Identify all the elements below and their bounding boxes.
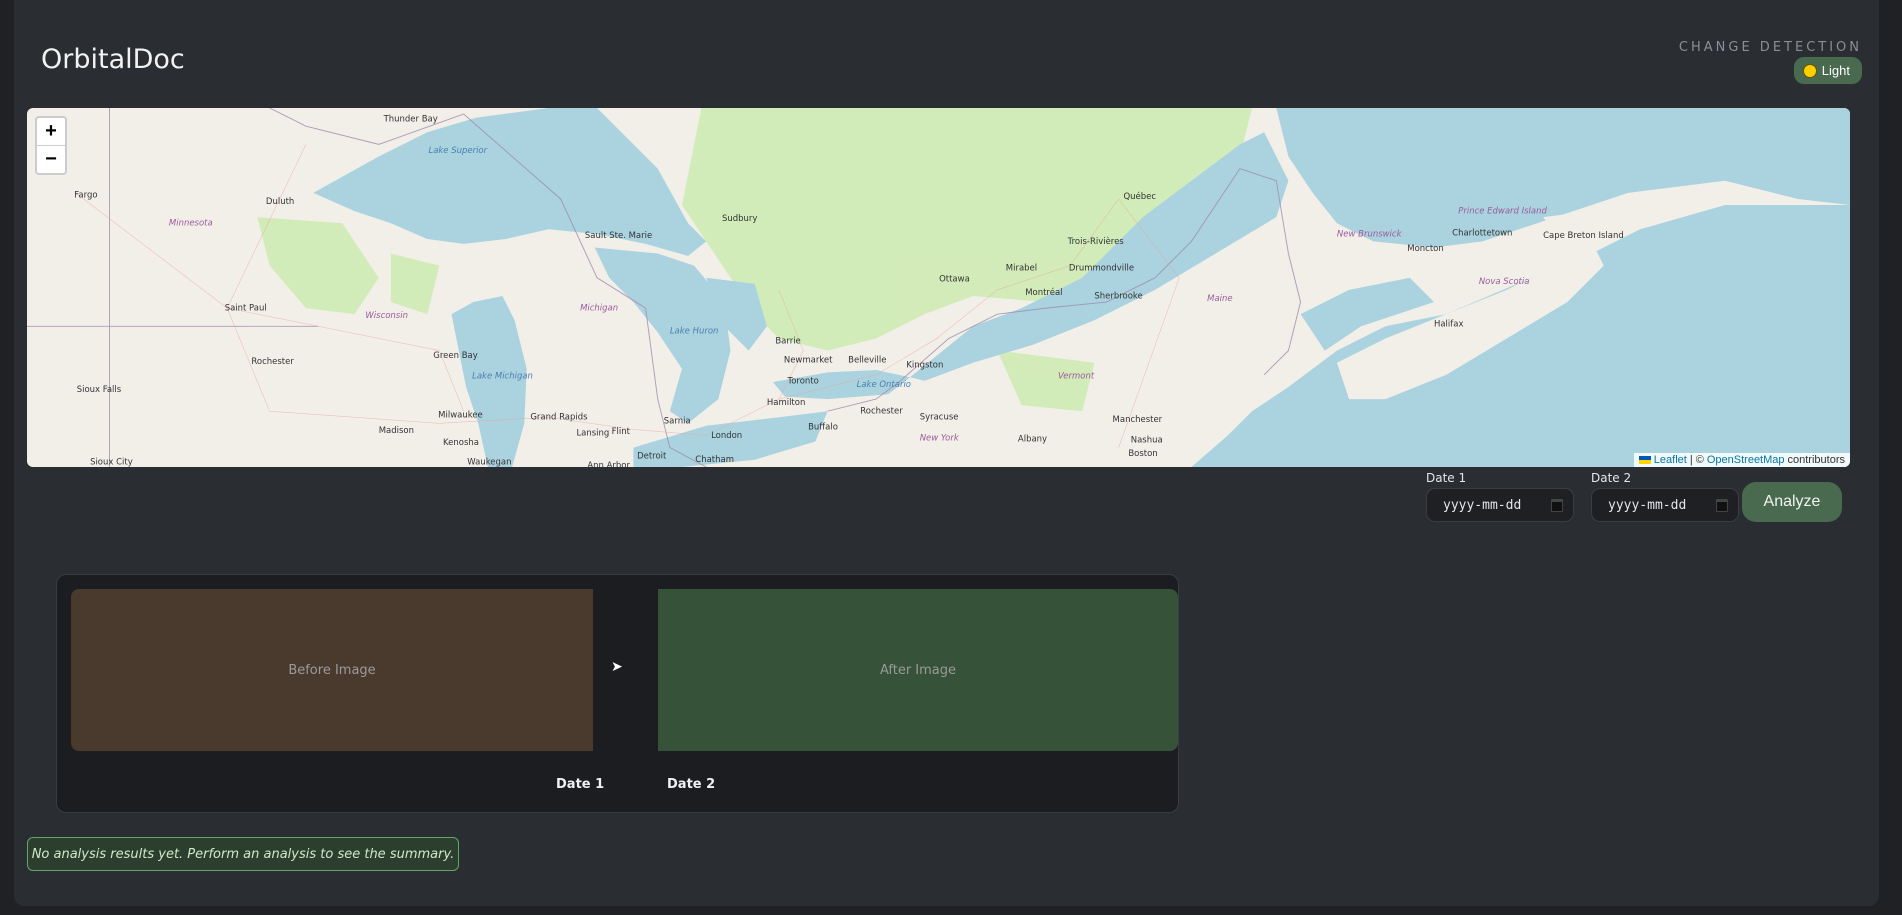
map-label: Québec: [1123, 191, 1156, 202]
app-title: OrbitalDoc: [41, 44, 185, 75]
map-label: Cape Breton Island: [1543, 231, 1624, 241]
map-label: Charlottetown: [1452, 228, 1512, 238]
map-label: Syracuse: [920, 413, 959, 423]
map-label: Chatham: [695, 455, 734, 465]
map-label: Sudbury: [722, 214, 757, 224]
zoom-control: + −: [35, 116, 67, 175]
date1-label: Date 1: [1426, 471, 1467, 485]
map[interactable]: Thunder Bay Lake Superior Fargo Duluth Minne…: [27, 108, 1850, 467]
map-label: Albany: [1018, 435, 1047, 445]
leaflet-link[interactable]: Leaflet: [1654, 454, 1687, 466]
map-label: Rochester: [860, 407, 903, 417]
map-label: Rochester: [251, 357, 294, 367]
zoom-out-button[interactable]: −: [37, 145, 65, 173]
before-image: Before Image: [71, 589, 593, 751]
map-label: Moncton: [1407, 244, 1443, 254]
map-label: Lake Superior: [428, 146, 487, 156]
osm-link[interactable]: OpenStreetMap: [1707, 454, 1785, 466]
map-label: Halifax: [1434, 319, 1464, 329]
map-label: Saint Paul: [225, 304, 267, 314]
map-label: Thunder Bay: [383, 114, 438, 124]
map-label: Montréal: [1025, 287, 1062, 298]
after-image: After Image: [658, 589, 1178, 751]
map-label: Drummondville: [1069, 264, 1134, 274]
map-label: New York: [920, 433, 960, 443]
map-label: Toronto: [786, 376, 818, 386]
map-label: Lake Ontario: [857, 380, 911, 390]
map-label: Milwaukee: [438, 410, 483, 420]
map-label: Nova Scotia: [1479, 277, 1530, 287]
map-label: Waukegan: [467, 458, 511, 467]
map-label: Prince Edward Island: [1458, 207, 1547, 217]
sun-icon: [1803, 64, 1816, 77]
attribution-suffix: contributors: [1787, 454, 1845, 466]
map-label: Barrie: [775, 336, 800, 346]
map-label: London: [711, 431, 742, 441]
map-label: New Brunswick: [1337, 230, 1403, 240]
map-label: Kenosha: [443, 438, 479, 448]
comparison-panel: Before Image ➤ After Image Date 1 Date 2: [56, 574, 1179, 813]
map-label: Fargo: [74, 191, 97, 201]
after-date-label: Date 2: [667, 777, 716, 792]
theme-toggle-button[interactable]: Light: [1793, 57, 1862, 84]
map-label: Detroit: [637, 452, 667, 462]
ukraine-flag-icon: [1638, 456, 1651, 464]
map-label: Michigan: [580, 304, 618, 314]
before-date-label: Date 1: [556, 777, 605, 792]
map-label: Madison: [379, 426, 414, 436]
date1-placeholder: yyyy-mm-dd: [1443, 497, 1522, 513]
map-label: Trois-Rivières: [1067, 236, 1124, 247]
map-label: Mirabel: [1006, 264, 1037, 274]
map-label: Hamilton: [767, 398, 805, 408]
analysis-summary: No analysis results yet. Perform an anal…: [27, 837, 459, 871]
arrow-icon: ➤: [611, 659, 623, 675]
theme-toggle-label: Light: [1821, 63, 1850, 78]
attribution-separator: | ©: [1689, 454, 1704, 466]
map-label: Grand Rapids: [530, 413, 587, 423]
map-label: Lake Michigan: [472, 371, 533, 381]
map-tiles[interactable]: Thunder Bay Lake Superior Fargo Duluth Minne…: [27, 108, 1850, 467]
map-label: Kingston: [906, 361, 943, 371]
map-label: Manchester: [1113, 415, 1163, 425]
map-label: Ann Arbor: [587, 461, 630, 467]
date1-input[interactable]: yyyy-mm-dd: [1426, 488, 1574, 522]
map-label: Sherbrooke: [1094, 291, 1142, 301]
date2-label: Date 2: [1591, 471, 1632, 485]
map-label: Lansing: [576, 428, 609, 438]
zoom-in-button[interactable]: +: [37, 118, 65, 145]
map-attribution: Leaflet | © OpenStreetMap contributors: [1633, 453, 1850, 467]
calendar-icon[interactable]: [1551, 498, 1563, 512]
map-label: Vermont: [1058, 371, 1095, 381]
map-label: Boston: [1128, 449, 1157, 459]
date2-placeholder: yyyy-mm-dd: [1608, 497, 1687, 513]
map-label: Sioux City: [90, 458, 133, 467]
map-label: Newmarket: [784, 356, 833, 366]
calendar-icon[interactable]: [1716, 498, 1728, 512]
map-label: Buffalo: [808, 422, 838, 432]
map-label: Sioux Falls: [77, 385, 121, 395]
map-label: Belleville: [848, 356, 886, 366]
map-label: Sarnia: [664, 416, 691, 426]
map-label: Nashua: [1131, 436, 1163, 446]
map-label: Ottawa: [939, 274, 970, 284]
map-label: Flint: [612, 427, 631, 437]
map-label: Sault Ste. Marie: [585, 231, 652, 241]
map-label: Wisconsin: [365, 311, 408, 321]
map-label: Minnesota: [169, 219, 213, 229]
map-label: Maine: [1207, 294, 1232, 304]
map-label: Duluth: [266, 197, 294, 207]
app-subtitle: CHANGE DETECTION: [1678, 40, 1862, 55]
date2-input[interactable]: yyyy-mm-dd: [1591, 488, 1739, 522]
map-label: Green Bay: [433, 351, 477, 361]
analyze-button[interactable]: Analyze: [1742, 482, 1842, 522]
map-label: Lake Huron: [670, 327, 719, 337]
